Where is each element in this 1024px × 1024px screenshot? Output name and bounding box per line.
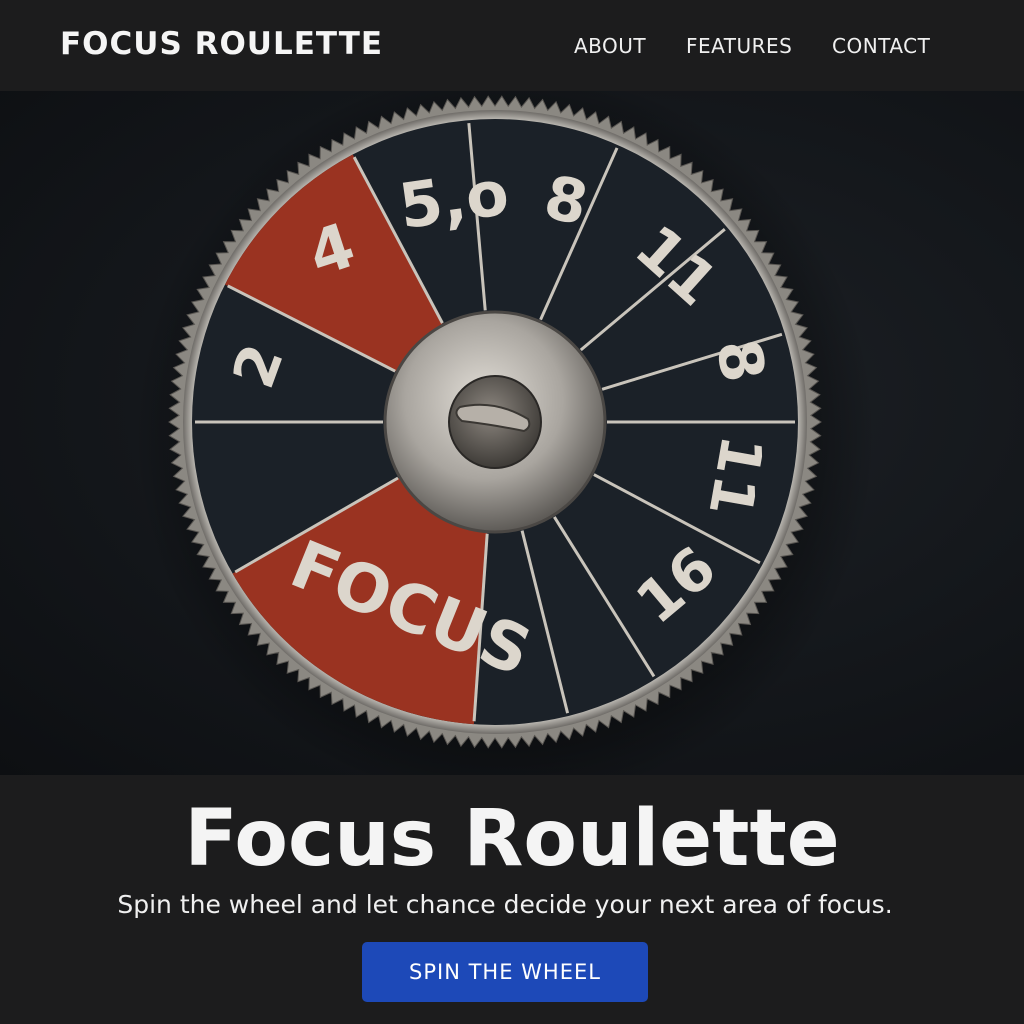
nav-link-features[interactable]: FEATURES [686,34,792,58]
navbar: FOCUS ROULETTE ABOUT FEATURES CONTACT [0,0,1024,92]
wheel-label-11-right: 11 [695,431,776,522]
roulette-wheel-image: 5,o 8 11 8 11 16 FOCUS 2 4 [135,91,875,775]
nav-link-about[interactable]: ABOUT [574,34,646,58]
hero-image: 5,o 8 11 8 11 16 FOCUS 2 4 [0,91,1024,775]
hero-subtitle: Spin the wheel and let chance decide you… [117,890,893,919]
nav-link-contact[interactable]: CONTACT [832,34,930,58]
site-logo[interactable]: FOCUS ROULETTE [60,26,383,62]
hero-title: Focus Roulette [184,794,840,884]
spin-the-wheel-button[interactable]: SPIN THE WHEEL [362,942,648,1002]
wheel-label-5o: 5,o [395,156,513,244]
